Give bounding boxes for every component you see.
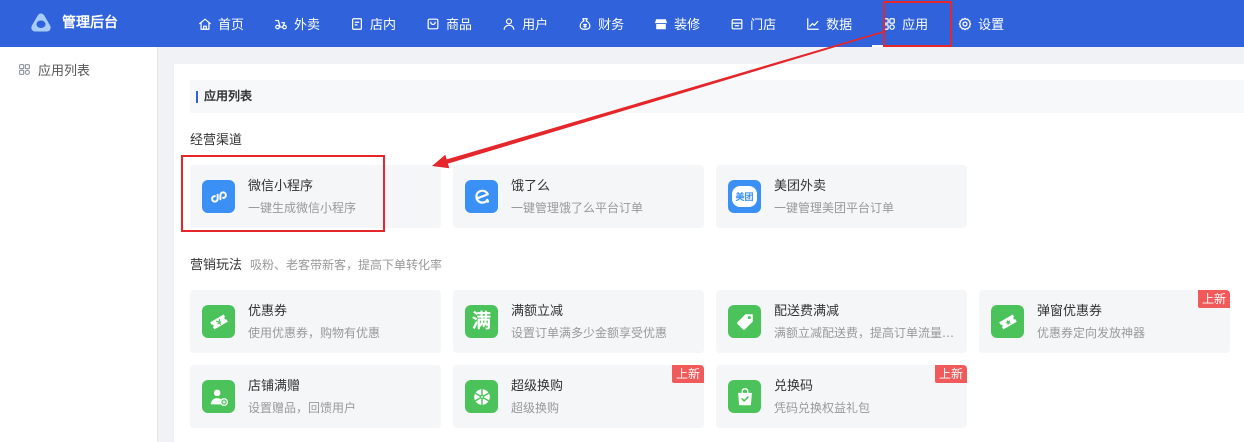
app-name: 配送费满减 [774, 304, 840, 319]
store-icon [731, 18, 743, 29]
nav-label: 设置 [978, 18, 1005, 33]
app-name: 超级换购 [511, 379, 564, 394]
nav-label: 门店 [750, 18, 777, 33]
app-name: 美团外卖 [774, 179, 827, 194]
nav-item-delivery[interactable]: 外卖 [274, 0, 320, 47]
sidebar-item-app-list[interactable]: 应用列表 [18, 59, 90, 79]
mini-program-icon [202, 180, 235, 213]
apps-icon [883, 17, 896, 30]
app-desc: 设置订单满多少金额享受优惠 [511, 326, 668, 340]
section-subtitle: 吸粉、老客带新客，提高下单转化率 [250, 258, 443, 272]
nav-label: 外卖 [294, 18, 321, 33]
delivery-fee-tag-icon [728, 305, 761, 338]
gear-icon [958, 17, 972, 30]
title-accent-bar [196, 91, 198, 103]
app-desc: 超级换购 [511, 401, 560, 415]
sidebar-item-label: 应用列表 [38, 63, 91, 79]
app-name: 弹窗优惠券 [1037, 304, 1103, 319]
app-name: 饿了么 [511, 179, 551, 194]
full-reduction-icon: 满 [465, 305, 498, 338]
dine-in-icon [352, 17, 363, 30]
app-desc: 一键生成微信小程序 [248, 201, 357, 215]
nav-label: 首页 [218, 18, 245, 33]
app-card-mini-program[interactable]: 微信小程序 一键生成微信小程序 [190, 165, 441, 228]
app-name: 店铺满赠 [248, 379, 301, 394]
user-icon [503, 17, 515, 30]
app-card-redeem-code[interactable]: 兑换码 凭码兑换权益礼包 上新 [716, 365, 967, 428]
top-nav: 首页 外卖 店内 商品 用户 财务 装修 门店 数据 应用 设置 [198, 0, 1004, 47]
app-name: 兑换码 [774, 379, 814, 394]
app-card-delivery-fee-reduction[interactable]: 配送费满减 满额立减配送费，提高订单流量… [716, 290, 967, 353]
nav-label: 应用 [902, 18, 929, 33]
new-badge: 上新 [935, 365, 967, 383]
app-name: 满额立减 [511, 304, 564, 319]
app-desc: 优惠券定向发放神器 [1037, 326, 1146, 340]
gift-user-icon [202, 380, 235, 413]
nav-item-product[interactable]: 商品 [426, 0, 472, 47]
nav-label: 店内 [370, 18, 397, 33]
eleme-icon [465, 180, 498, 213]
nav-label: 数据 [826, 18, 853, 33]
nav-item-user[interactable]: 用户 [502, 0, 548, 47]
section-title-text: 营销玩法 [190, 258, 243, 273]
sidebar: 应用列表 [0, 47, 158, 442]
section-title-channels: 经营渠道 [190, 133, 242, 149]
app-name: 优惠券 [248, 304, 288, 319]
nav-item-finance[interactable]: 财务 [578, 0, 624, 47]
finance-icon [579, 17, 591, 30]
product-icon [427, 18, 439, 29]
section-title-marketing: 营销玩法 吸粉、老客带新客，提高下单转化率 [190, 257, 442, 274]
full-reduction-glyph: 满 [471, 310, 491, 332]
app-card-store-gift[interactable]: 店铺满赠 设置赠品，回馈用户 [190, 365, 441, 428]
app-desc: 一键管理饿了么平台订单 [511, 201, 644, 215]
nav-label: 装修 [674, 18, 701, 33]
exchange-wheel-icon [465, 380, 498, 413]
app-card-popup-coupon[interactable]: 弹窗优惠券 优惠券定向发放神器 上新 [979, 290, 1230, 353]
home-icon [199, 18, 211, 30]
page-title: 应用列表 [204, 89, 253, 103]
nav-label: 财务 [598, 18, 625, 33]
app-card-super-exchange[interactable]: 超级换购 超级换购 上新 [453, 365, 704, 428]
new-badge: 上新 [1198, 290, 1230, 308]
nav-item-settings[interactable]: 设置 [958, 0, 1004, 47]
panel-titlebar: 应用列表 [190, 80, 1244, 113]
app-desc: 使用优惠券，购物有优惠 [248, 326, 381, 340]
nav-item-store[interactable]: 门店 [730, 0, 776, 47]
nav-item-decoration[interactable]: 装修 [654, 0, 700, 47]
nav-label: 商品 [446, 18, 473, 33]
nav-label: 用户 [522, 18, 549, 33]
nav-item-home[interactable]: 首页 [198, 0, 244, 47]
popup-coupon-icon [991, 305, 1024, 338]
app-card-meituan[interactable]: 美团 美团外卖 一键管理美团平台订单 [716, 165, 967, 228]
section-title-text: 经营渠道 [190, 133, 243, 148]
app-name: 微信小程序 [248, 179, 314, 194]
app-desc: 凭码兑换权益礼包 [774, 401, 871, 415]
app-card-coupon[interactable]: 优惠券 使用优惠券，购物有优惠 [190, 290, 441, 353]
meituan-logo-text: 美团 [732, 186, 757, 207]
meituan-icon: 美团 [728, 180, 761, 213]
nav-item-apps[interactable]: 应用 [872, 0, 939, 47]
coupon-icon [202, 305, 235, 338]
apps-icon [19, 63, 30, 75]
nav-item-dine-in[interactable]: 店内 [350, 0, 396, 47]
main-panel: 应用列表 经营渠道 微信小程序 一键生成微信小程序 饿了么 一键管理饿了么平台订… [174, 64, 1244, 442]
app-title: 管理后台 [62, 15, 118, 31]
app-card-eleme[interactable]: 饿了么 一键管理饿了么平台订单 [453, 165, 704, 228]
app-desc: 满额立减配送费，提高订单流量… [774, 326, 955, 340]
delivery-icon [275, 19, 287, 29]
chart-icon [807, 17, 819, 30]
nav-item-data[interactable]: 数据 [806, 0, 852, 47]
app-desc: 设置赠品，回馈用户 [248, 401, 357, 415]
new-badge: 上新 [672, 365, 704, 383]
redeem-code-icon [728, 380, 761, 413]
decoration-icon [654, 18, 668, 29]
app-desc: 一键管理美团平台订单 [774, 201, 895, 215]
top-header: 管理后台 首页 外卖 店内 商品 用户 财务 装修 门店 数据 应用 设置 [0, 0, 1244, 47]
logo-icon [31, 13, 51, 32]
app-card-full-reduction[interactable]: 满 满额立减 设置订单满多少金额享受优惠 [453, 290, 704, 353]
